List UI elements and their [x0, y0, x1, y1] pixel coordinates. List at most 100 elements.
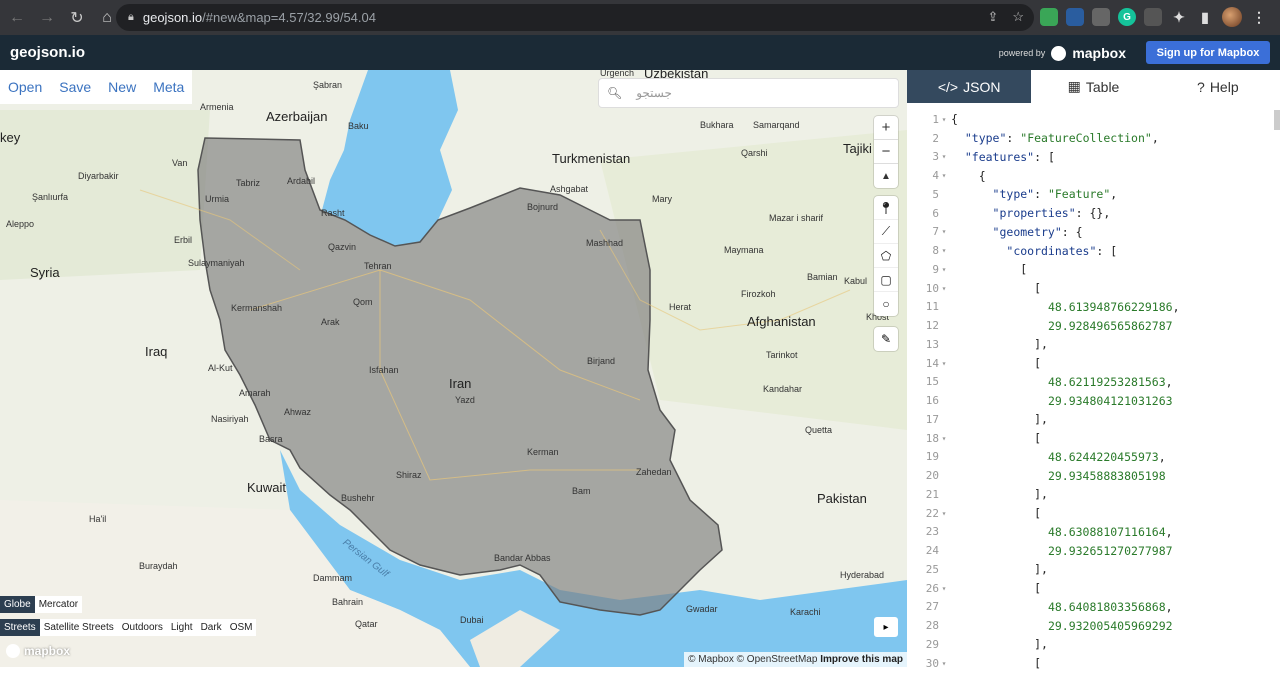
draw-circle-button[interactable]: ○ — [874, 292, 898, 316]
line-number: 16 — [925, 394, 939, 408]
code-line[interactable]: 8 ▾ "coordinates": [ — [907, 241, 1280, 260]
fold-arrow-icon[interactable]: ▾ — [939, 265, 949, 274]
code-line[interactable]: 30 ▾ [ — [907, 654, 1280, 673]
share-icon[interactable]: ⇪ — [987, 9, 998, 25]
map-label: Maymana — [724, 245, 764, 255]
brand-logo[interactable]: geojson.io — [10, 44, 85, 61]
projection-mercator[interactable]: Mercator — [35, 596, 82, 613]
code-line[interactable]: 14 ▾ [ — [907, 354, 1280, 373]
line-number: 9 — [932, 262, 939, 276]
code-line[interactable]: 16 29.934804121031263 — [907, 391, 1280, 410]
fold-arrow-icon[interactable]: ▾ — [939, 284, 949, 293]
grammarly-icon[interactable]: G — [1118, 8, 1136, 26]
powered-by-text: powered by — [998, 48, 1046, 58]
code-line[interactable]: 7 ▾ "geometry": { — [907, 223, 1280, 242]
fold-arrow-icon[interactable]: ▾ — [939, 509, 949, 518]
code-line[interactable]: 24 29.932651270277987 — [907, 541, 1280, 560]
code-line[interactable]: 25 ], — [907, 560, 1280, 579]
map-canvas[interactable]: Turkmenistan Afghanistan Iraq Syria Iran… — [0, 70, 907, 667]
style-osm[interactable]: OSM — [226, 619, 257, 636]
bookmark-star-icon[interactable]: ☆ — [1012, 9, 1024, 25]
tab-table-label: Table — [1085, 78, 1120, 95]
new-menu-item[interactable]: New — [108, 79, 136, 95]
edit-button[interactable]: ✎ — [874, 327, 898, 351]
line-number: 20 — [925, 469, 939, 483]
style-satellite-streets[interactable]: Satellite Streets — [40, 619, 118, 636]
code-line[interactable]: 4 ▾ { — [907, 166, 1280, 185]
address-bar[interactable]: 🔒︎ geojson.io/#new&map=4.57/32.99/54.04 … — [116, 4, 1034, 31]
back-icon[interactable]: ← — [4, 5, 30, 31]
menu-dots-icon[interactable]: ⋮ — [1250, 8, 1268, 26]
code-line[interactable]: 19 48.6244220455973, — [907, 448, 1280, 467]
code-line[interactable]: 23 48.63088107116164, — [907, 523, 1280, 542]
fold-arrow-icon[interactable]: ▾ — [939, 152, 949, 161]
fold-arrow-icon[interactable]: ▾ — [939, 115, 949, 124]
draw-polygon-button[interactable]: ⬠ — [874, 244, 898, 268]
code-line[interactable]: 22 ▾ [ — [907, 504, 1280, 523]
style-switcher: Streets Satellite Streets Outdoors Light… — [0, 619, 257, 636]
code-line[interactable]: 21 ], — [907, 485, 1280, 504]
fold-arrow-icon[interactable]: ▾ — [939, 584, 949, 593]
collapse-panel-button[interactable]: ▸ — [874, 617, 898, 637]
extension-icon[interactable] — [1066, 8, 1084, 26]
signup-button[interactable]: Sign up for Mapbox — [1146, 41, 1270, 64]
style-outdoors[interactable]: Outdoors — [118, 619, 167, 636]
extension-icon[interactable] — [1092, 8, 1110, 26]
avatar[interactable] — [1222, 7, 1242, 27]
reload-icon[interactable]: ↻ — [64, 5, 90, 31]
attribution-osm[interactable]: © OpenStreetMap — [737, 654, 818, 665]
code-line[interactable]: 1 ▾{ — [907, 110, 1280, 129]
code-line[interactable]: 15 48.62119253281563, — [907, 373, 1280, 392]
code-line[interactable]: 11 48.613948766229186, — [907, 298, 1280, 317]
fold-arrow-icon[interactable]: ▾ — [939, 227, 949, 236]
map-label: Qarshi — [741, 148, 768, 158]
map-label: Pakistan — [817, 491, 867, 506]
draw-line-button[interactable]: ⟋ — [874, 220, 898, 244]
fold-arrow-icon[interactable]: ▾ — [939, 434, 949, 443]
code-line[interactable]: 12 29.928496565862787 — [907, 316, 1280, 335]
fold-arrow-icon[interactable]: ▾ — [939, 659, 949, 668]
style-light[interactable]: Light — [167, 619, 197, 636]
editor-scrollbar[interactable] — [1274, 110, 1280, 130]
fold-arrow-icon[interactable]: ▾ — [939, 171, 949, 180]
code-line[interactable]: 28 29.932005405969292 — [907, 616, 1280, 635]
code-line[interactable]: 27 48.64081803356868, — [907, 598, 1280, 617]
open-menu-item[interactable]: Open — [8, 79, 42, 95]
puzzle-icon[interactable]: ✦ — [1170, 8, 1188, 26]
json-editor[interactable]: 1 ▾{2 "type": "FeatureCollection", 3 ▾ "fea… — [907, 110, 1280, 670]
code-line[interactable]: 20 29.93458883805198 — [907, 466, 1280, 485]
code-line[interactable]: 17 ], — [907, 410, 1280, 429]
code-line[interactable]: 5 "type": "Feature", — [907, 185, 1280, 204]
fold-arrow-icon[interactable]: ▾ — [939, 359, 949, 368]
code-line[interactable]: 9 ▾ [ — [907, 260, 1280, 279]
forward-icon[interactable]: → — [34, 5, 60, 31]
tab-help[interactable]: ? Help — [1156, 70, 1280, 103]
fold-arrow-icon[interactable]: ▾ — [939, 246, 949, 255]
compass-button[interactable]: ▲ — [874, 164, 898, 188]
attribution-mapbox[interactable]: © Mapbox — [688, 654, 734, 665]
code-line[interactable]: 10 ▾ [ — [907, 279, 1280, 298]
sidebar-icon[interactable]: ▮ — [1196, 8, 1214, 26]
code-line[interactable]: 26 ▾ [ — [907, 579, 1280, 598]
code-line[interactable]: 13 ], — [907, 335, 1280, 354]
tab-json[interactable]: </> JSON — [907, 70, 1032, 103]
code-line[interactable]: 2 "type": "FeatureCollection", — [907, 129, 1280, 148]
tab-table[interactable]: ▦ Table — [1031, 70, 1155, 103]
zoom-in-button[interactable]: + — [874, 116, 898, 140]
meta-menu-item[interactable]: Meta — [153, 79, 184, 95]
code-line[interactable]: 6 "properties": {}, — [907, 204, 1280, 223]
extension-icon[interactable] — [1040, 8, 1058, 26]
extension-icon[interactable] — [1144, 8, 1162, 26]
search-input[interactable]: 🔍︎ جستجو — [598, 78, 899, 108]
projection-globe[interactable]: Globe — [0, 596, 35, 613]
code-line[interactable]: 3 ▾ "features": [ — [907, 148, 1280, 167]
draw-rectangle-button[interactable]: ▢ — [874, 268, 898, 292]
draw-point-button[interactable]: 📍︎ — [874, 196, 898, 220]
improve-map-link[interactable]: Improve this map — [820, 654, 903, 665]
code-line[interactable]: 18 ▾ [ — [907, 429, 1280, 448]
save-menu-item[interactable]: Save — [59, 79, 91, 95]
zoom-out-button[interactable]: − — [874, 140, 898, 164]
style-dark[interactable]: Dark — [197, 619, 226, 636]
code-line[interactable]: 29 ], — [907, 635, 1280, 654]
style-streets[interactable]: Streets — [0, 619, 40, 636]
